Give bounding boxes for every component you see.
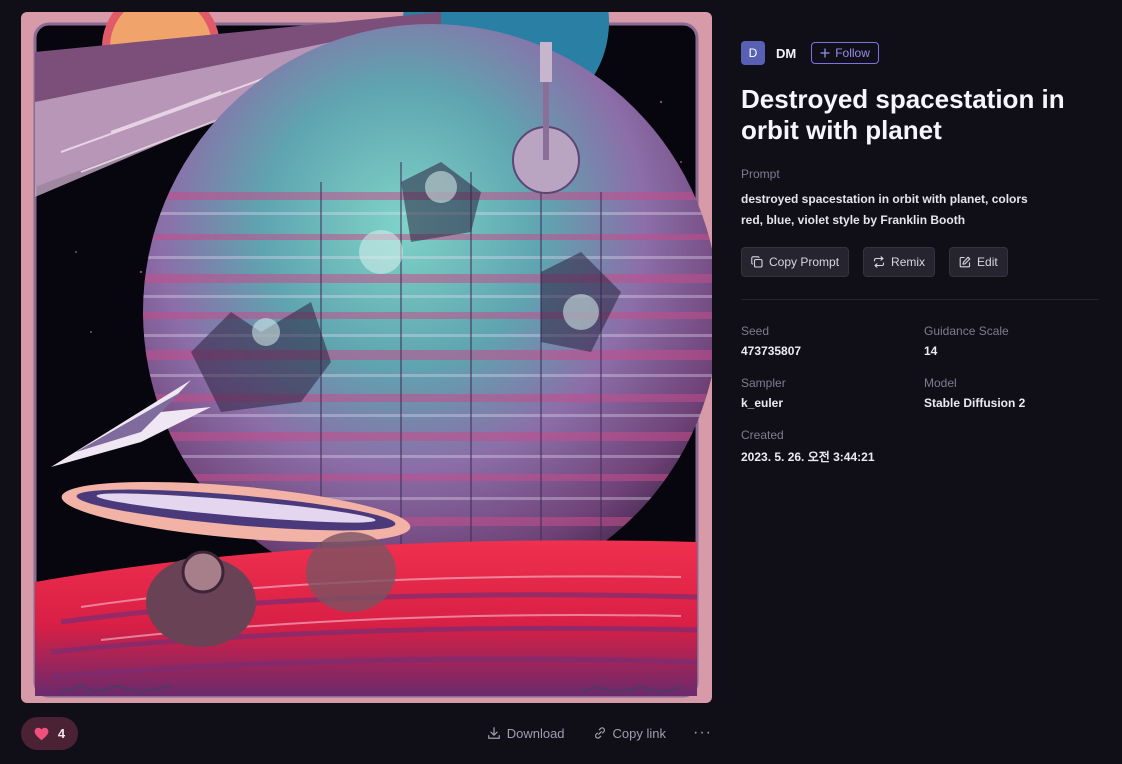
sampler-value: k_euler — [741, 396, 784, 410]
download-label: Download — [506, 725, 565, 741]
image-actions-bar: Download Copy link ··· — [459, 722, 712, 744]
author-name[interactable]: DM — [776, 46, 796, 61]
heart-icon — [34, 727, 49, 740]
copy-prompt-label: Copy Prompt — [769, 255, 840, 269]
avatar[interactable]: D — [741, 41, 765, 65]
artwork-illustration — [21, 12, 712, 703]
download-icon — [487, 727, 500, 739]
prompt-actions: Copy Prompt Remix Edit — [741, 247, 1099, 277]
seed-field: Seed 473735807 — [741, 324, 924, 358]
plus-icon — [820, 48, 830, 58]
guidance-scale-value: 14 — [924, 344, 938, 358]
prompt-text: destroyed spacestation in orbit with pla… — [741, 192, 1028, 227]
created-value: 2023. 5. 26. 오전 3:44:21 — [741, 450, 875, 464]
author-row: D DM Follow — [741, 41, 1099, 65]
seed-value: 473735807 — [741, 344, 802, 358]
model-field: Model Stable Diffusion 2 — [924, 376, 1099, 410]
image-detail-page: 4 Download Copy link ··· D DM Follow Des… — [0, 0, 1122, 764]
prompt-label: Prompt — [741, 167, 780, 181]
follow-button[interactable]: Follow — [811, 42, 879, 64]
edit-label: Edit — [977, 255, 998, 269]
image-info-panel: D DM Follow Destroyed spacestation in or… — [741, 41, 1099, 465]
remix-label: Remix — [891, 255, 926, 269]
edit-button[interactable]: Edit — [949, 247, 1008, 277]
like-count: 4 — [57, 726, 66, 741]
created-field: Created 2023. 5. 26. 오전 3:44:21 — [741, 428, 924, 465]
download-button[interactable]: Download — [487, 726, 565, 741]
copy-icon — [751, 256, 763, 268]
generation-metadata: Seed 473735807 Guidance Scale 14 Sampler… — [741, 324, 1099, 465]
generated-image[interactable] — [21, 12, 712, 703]
more-options-button[interactable]: ··· — [693, 724, 712, 742]
copy-prompt-button[interactable]: Copy Prompt — [741, 247, 850, 277]
divider — [741, 299, 1099, 300]
created-label: Created — [741, 428, 784, 442]
sampler-field: Sampler k_euler — [741, 376, 924, 410]
sampler-label: Sampler — [741, 376, 786, 390]
copy-link-label: Copy link — [612, 725, 667, 741]
more-icon: ··· — [693, 724, 712, 741]
like-button[interactable]: 4 — [21, 717, 78, 750]
edit-icon — [959, 256, 971, 268]
page-title: Destroyed spacestation in orbit with pla… — [741, 84, 1065, 145]
follow-label: Follow — [835, 46, 870, 60]
seed-label: Seed — [741, 324, 770, 338]
model-label: Model — [924, 376, 957, 390]
model-value: Stable Diffusion 2 — [924, 396, 1026, 410]
guidance-scale-label: Guidance Scale — [924, 324, 1009, 338]
remix-icon — [873, 256, 885, 268]
copy-link-button[interactable]: Copy link — [593, 726, 666, 741]
remix-button[interactable]: Remix — [863, 247, 936, 277]
link-icon — [594, 727, 605, 739]
guidance-scale-field: Guidance Scale 14 — [924, 324, 1099, 358]
